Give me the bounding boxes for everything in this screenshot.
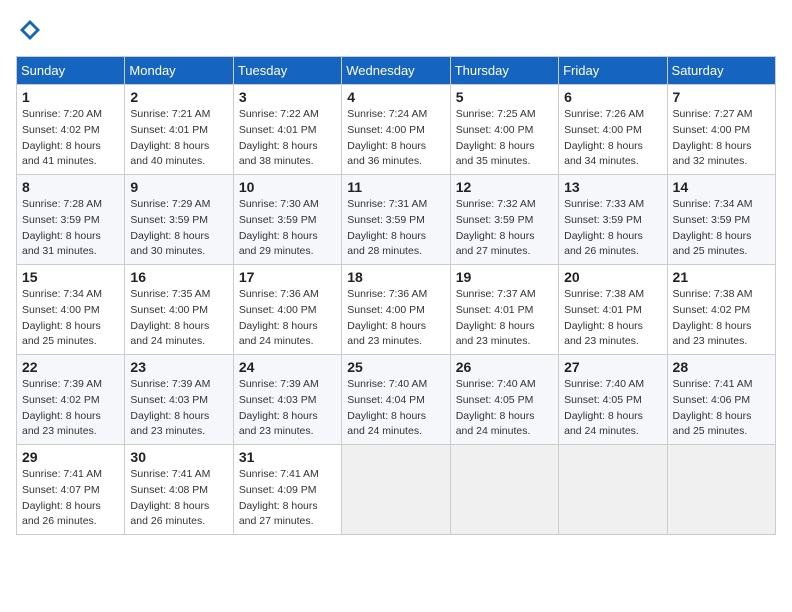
table-row: 7Sunrise: 7:27 AMSunset: 4:00 PMDaylight… (667, 85, 775, 175)
table-row: 25Sunrise: 7:40 AMSunset: 4:04 PMDayligh… (342, 355, 450, 445)
table-row: 15Sunrise: 7:34 AMSunset: 4:00 PMDayligh… (17, 265, 125, 355)
table-row: 29Sunrise: 7:41 AMSunset: 4:07 PMDayligh… (17, 445, 125, 535)
col-header-thursday: Thursday (450, 57, 558, 85)
table-row: 21Sunrise: 7:38 AMSunset: 4:02 PMDayligh… (667, 265, 775, 355)
col-header-saturday: Saturday (667, 57, 775, 85)
table-row: 14Sunrise: 7:34 AMSunset: 3:59 PMDayligh… (667, 175, 775, 265)
table-row: 3Sunrise: 7:22 AMSunset: 4:01 PMDaylight… (233, 85, 341, 175)
table-row: 31Sunrise: 7:41 AMSunset: 4:09 PMDayligh… (233, 445, 341, 535)
col-header-friday: Friday (559, 57, 667, 85)
table-row: 1Sunrise: 7:20 AMSunset: 4:02 PMDaylight… (17, 85, 125, 175)
table-row: 5Sunrise: 7:25 AMSunset: 4:00 PMDaylight… (450, 85, 558, 175)
col-header-sunday: Sunday (17, 57, 125, 85)
table-row (450, 445, 558, 535)
col-header-wednesday: Wednesday (342, 57, 450, 85)
table-row: 17Sunrise: 7:36 AMSunset: 4:00 PMDayligh… (233, 265, 341, 355)
col-header-tuesday: Tuesday (233, 57, 341, 85)
table-row (667, 445, 775, 535)
logo-icon (16, 16, 44, 44)
calendar-week-5: 29Sunrise: 7:41 AMSunset: 4:07 PMDayligh… (17, 445, 776, 535)
table-row: 12Sunrise: 7:32 AMSunset: 3:59 PMDayligh… (450, 175, 558, 265)
calendar-table: SundayMondayTuesdayWednesdayThursdayFrid… (16, 56, 776, 535)
table-row: 8Sunrise: 7:28 AMSunset: 3:59 PMDaylight… (17, 175, 125, 265)
calendar-body: 1Sunrise: 7:20 AMSunset: 4:02 PMDaylight… (17, 85, 776, 535)
table-row: 24Sunrise: 7:39 AMSunset: 4:03 PMDayligh… (233, 355, 341, 445)
table-row: 26Sunrise: 7:40 AMSunset: 4:05 PMDayligh… (450, 355, 558, 445)
table-row (559, 445, 667, 535)
calendar-week-2: 8Sunrise: 7:28 AMSunset: 3:59 PMDaylight… (17, 175, 776, 265)
logo (16, 16, 48, 44)
table-row: 27Sunrise: 7:40 AMSunset: 4:05 PMDayligh… (559, 355, 667, 445)
table-row: 9Sunrise: 7:29 AMSunset: 3:59 PMDaylight… (125, 175, 233, 265)
page-header (16, 16, 776, 44)
table-row: 2Sunrise: 7:21 AMSunset: 4:01 PMDaylight… (125, 85, 233, 175)
calendar-week-3: 15Sunrise: 7:34 AMSunset: 4:00 PMDayligh… (17, 265, 776, 355)
calendar-week-1: 1Sunrise: 7:20 AMSunset: 4:02 PMDaylight… (17, 85, 776, 175)
table-row: 19Sunrise: 7:37 AMSunset: 4:01 PMDayligh… (450, 265, 558, 355)
col-header-monday: Monday (125, 57, 233, 85)
table-row: 23Sunrise: 7:39 AMSunset: 4:03 PMDayligh… (125, 355, 233, 445)
table-row: 16Sunrise: 7:35 AMSunset: 4:00 PMDayligh… (125, 265, 233, 355)
table-row: 30Sunrise: 7:41 AMSunset: 4:08 PMDayligh… (125, 445, 233, 535)
table-row: 28Sunrise: 7:41 AMSunset: 4:06 PMDayligh… (667, 355, 775, 445)
table-row: 20Sunrise: 7:38 AMSunset: 4:01 PMDayligh… (559, 265, 667, 355)
calendar-header: SundayMondayTuesdayWednesdayThursdayFrid… (17, 57, 776, 85)
table-row: 6Sunrise: 7:26 AMSunset: 4:00 PMDaylight… (559, 85, 667, 175)
table-row: 13Sunrise: 7:33 AMSunset: 3:59 PMDayligh… (559, 175, 667, 265)
table-row (342, 445, 450, 535)
table-row: 22Sunrise: 7:39 AMSunset: 4:02 PMDayligh… (17, 355, 125, 445)
calendar-week-4: 22Sunrise: 7:39 AMSunset: 4:02 PMDayligh… (17, 355, 776, 445)
table-row: 4Sunrise: 7:24 AMSunset: 4:00 PMDaylight… (342, 85, 450, 175)
table-row: 11Sunrise: 7:31 AMSunset: 3:59 PMDayligh… (342, 175, 450, 265)
table-row: 10Sunrise: 7:30 AMSunset: 3:59 PMDayligh… (233, 175, 341, 265)
table-row: 18Sunrise: 7:36 AMSunset: 4:00 PMDayligh… (342, 265, 450, 355)
